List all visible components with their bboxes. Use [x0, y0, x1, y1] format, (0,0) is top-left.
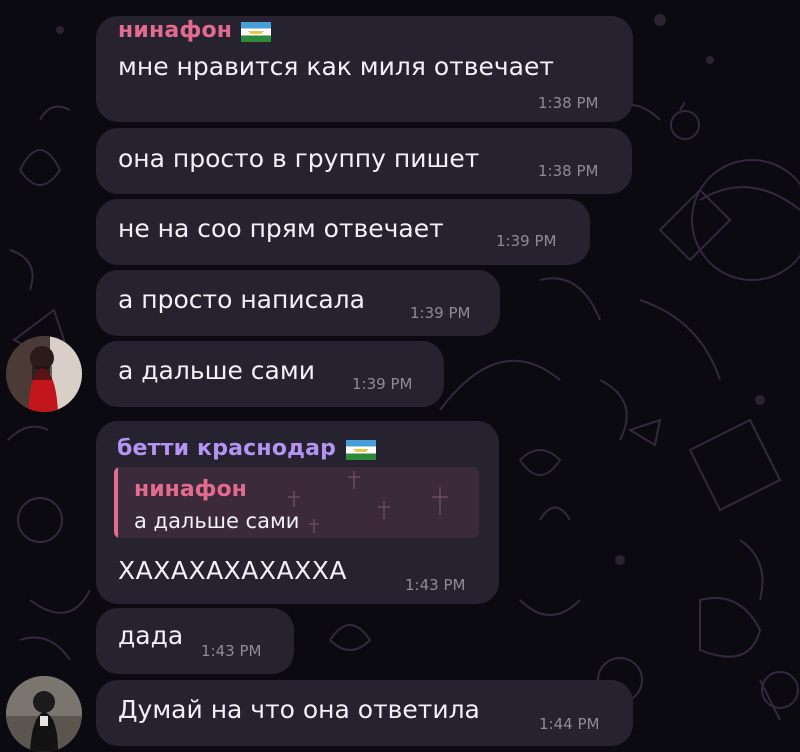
sender-name[interactable]: бетти краснодар	[117, 436, 336, 461]
message-text: а просто написала	[118, 285, 365, 314]
message-text: она просто в группу пишет	[118, 144, 480, 173]
message-text: а дальше сами	[118, 356, 315, 385]
message-time: 1:39 PM	[496, 232, 557, 250]
avatar-user-2	[6, 676, 82, 752]
message-time: 1:43 PM	[201, 642, 262, 660]
sender-name[interactable]: нинафон	[118, 18, 232, 43]
avatar[interactable]	[6, 336, 82, 412]
reply-text: а дальше сами	[134, 509, 300, 533]
message-text: Думай на что она ответила	[118, 695, 480, 724]
message-text: ХАХАХАХАХАХХА	[118, 556, 347, 585]
message-time: 1:38 PM	[538, 162, 599, 180]
avatar-user-1	[6, 336, 82, 412]
message-text: дада	[118, 621, 184, 650]
message-time: 1:39 PM	[410, 304, 471, 322]
message-time: 1:38 PM	[538, 94, 599, 112]
message-time: 1:39 PM	[352, 375, 413, 393]
flag-icon	[241, 22, 271, 42]
flag-icon	[346, 440, 376, 460]
message-text: мне нравится как миля отвечает	[118, 52, 554, 81]
message-time: 1:43 PM	[405, 576, 466, 594]
reply-sender-name: нинафон	[134, 477, 247, 502]
message-text: не на соо прям отвечает	[118, 214, 444, 243]
avatar[interactable]	[6, 676, 82, 752]
reply-quote[interactable]: нинафон а дальше сами	[114, 467, 479, 538]
message-time: 1:44 PM	[539, 715, 600, 733]
